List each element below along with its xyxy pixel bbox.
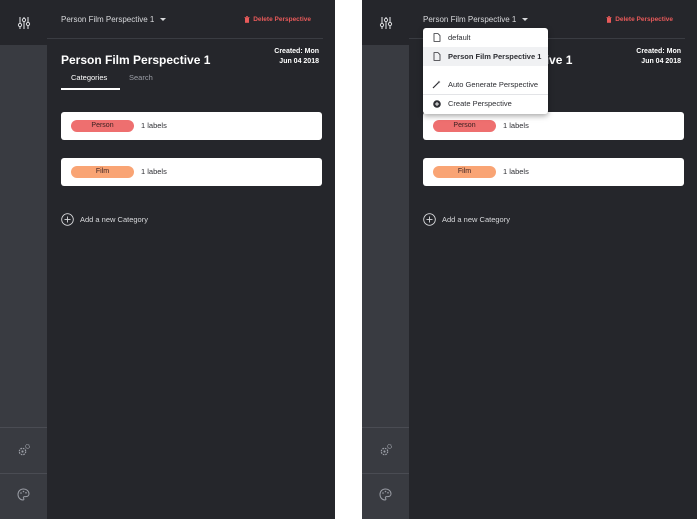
gears-icon — [18, 444, 30, 456]
perspective-selector[interactable]: Person Film Perspective 1 — [61, 15, 167, 24]
tab-search[interactable]: Search — [129, 73, 153, 82]
gears-icon — [380, 444, 392, 456]
caret-down-icon — [522, 18, 529, 22]
theme-button[interactable] — [0, 488, 47, 501]
sliders-icon — [379, 16, 392, 29]
menu-item-auto-generate[interactable]: Auto Generate Perspective — [423, 75, 548, 94]
active-tab-indicator — [61, 88, 120, 90]
created-line-1: Created: Mon — [274, 48, 319, 55]
perspective-selector-label: Person Film Perspective 1 — [61, 15, 155, 24]
delete-perspective-label: Delete Perspective — [615, 16, 673, 23]
label-count: 1 labels — [503, 167, 529, 176]
trash-icon — [244, 16, 250, 23]
label-count: 1 labels — [141, 167, 167, 176]
category-card-person[interactable]: Person 1 labels — [61, 112, 322, 140]
sliders-icon — [17, 16, 30, 29]
app-window-closed-state: Person Film Perspective 1 Delete Perspec… — [0, 0, 335, 519]
created-date: Created: Mon Jun 04 2018 — [636, 47, 681, 66]
plus-circle-icon — [432, 99, 441, 108]
add-category-label: Add a new Category — [80, 215, 148, 224]
magic-wand-icon — [432, 80, 441, 89]
created-line-1: Created: Mon — [636, 48, 681, 55]
menu-item-label: Auto Generate Perspective — [448, 80, 539, 89]
theme-button[interactable] — [362, 488, 409, 501]
tab-categories[interactable]: Categories — [71, 73, 107, 82]
trash-icon — [606, 16, 612, 23]
main-content: Person Film Perspective 1 Delete Perspec… — [47, 0, 335, 519]
category-card-film[interactable]: Film 1 labels — [423, 158, 684, 186]
menu-item-person-film-perspective-1[interactable]: Person Film Perspective 1 — [423, 47, 548, 66]
caret-down-icon — [160, 18, 167, 22]
created-date: Created: Mon Jun 04 2018 — [274, 47, 319, 66]
menu-item-label: Person Film Perspective 1 — [448, 52, 542, 61]
category-chip[interactable]: Film — [433, 166, 496, 178]
plus-circle-icon — [423, 213, 436, 226]
side-rail — [0, 0, 47, 519]
menu-item-label: Create Perspective — [448, 99, 512, 108]
side-rail — [362, 0, 409, 519]
delete-perspective-button[interactable]: Delete Perspective — [244, 16, 311, 23]
menu-item-default[interactable]: default — [423, 28, 548, 47]
menu-item-create-perspective[interactable]: Create Perspective — [423, 94, 548, 113]
settings-button[interactable] — [0, 443, 47, 457]
delete-perspective-label: Delete Perspective — [253, 16, 311, 23]
delete-perspective-button[interactable]: Delete Perspective — [606, 16, 673, 23]
category-chip[interactable]: Film — [71, 166, 134, 178]
rail-divider — [0, 473, 47, 474]
palette-icon — [17, 488, 30, 501]
app-window-open-state: Person Film Perspective 1 Delete Perspec… — [362, 0, 697, 519]
rail-divider — [362, 427, 409, 428]
category-card-film[interactable]: Film 1 labels — [61, 158, 322, 186]
menu-item-label: default — [448, 33, 471, 42]
add-category-button[interactable]: Add a new Category — [61, 213, 148, 226]
palette-icon — [379, 488, 392, 501]
settings-button[interactable] — [362, 443, 409, 457]
top-bar: Person Film Perspective 1 Delete Perspec… — [47, 0, 323, 39]
perspective-selector-label: Person Film Perspective 1 — [423, 15, 517, 24]
rail-divider — [362, 473, 409, 474]
rail-logo[interactable] — [362, 0, 409, 45]
category-card-person[interactable]: Person 1 labels — [423, 112, 684, 140]
plus-circle-icon — [61, 213, 74, 226]
document-icon — [432, 52, 441, 61]
add-category-button[interactable]: Add a new Category — [423, 213, 510, 226]
document-icon — [432, 33, 441, 42]
category-chip[interactable]: Person — [433, 120, 496, 132]
category-chip[interactable]: Person — [71, 120, 134, 132]
label-count: 1 labels — [141, 121, 167, 130]
created-line-2: Jun 04 2018 — [279, 57, 319, 65]
rail-logo[interactable] — [0, 0, 47, 45]
perspective-selector[interactable]: Person Film Perspective 1 — [423, 15, 529, 24]
add-category-label: Add a new Category — [442, 215, 510, 224]
label-count: 1 labels — [503, 121, 529, 130]
rail-divider — [0, 427, 47, 428]
created-line-2: Jun 04 2018 — [641, 57, 681, 65]
tab-bar: Categories Search — [61, 73, 181, 91]
page-title: Person Film Perspective 1 — [61, 53, 211, 67]
perspective-dropdown-menu: default Person Film Perspective 1 Auto G… — [423, 28, 548, 114]
